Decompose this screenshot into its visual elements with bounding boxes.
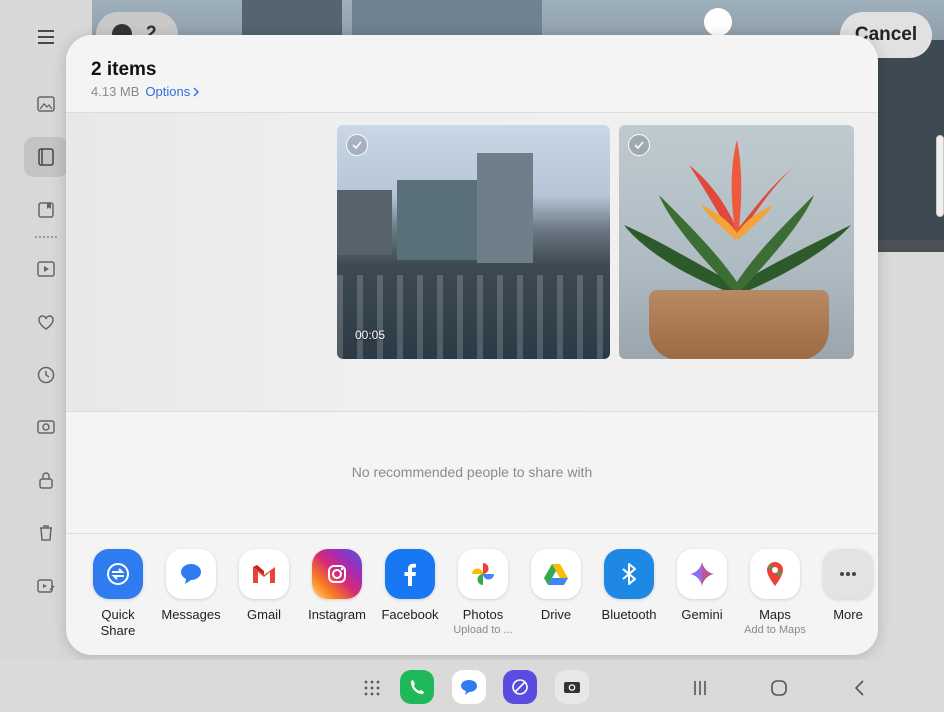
menu-icon[interactable] [34, 25, 58, 49]
app-more[interactable]: More [812, 549, 878, 623]
video-duration: 00:05 [355, 328, 386, 342]
app-photos[interactable]: Photos Upload to ... [447, 549, 519, 637]
app-gmail[interactable]: Gmail [228, 549, 300, 623]
app-sublabel: Add to Maps [744, 624, 806, 636]
plant-pot [649, 290, 829, 359]
app-label: Gemini [681, 607, 723, 622]
share-apps-row: Quick Share Messages Gmail Instagram Fac… [80, 549, 878, 649]
app-drive[interactable]: Drive [520, 549, 592, 623]
app-label: Drive [540, 607, 572, 622]
albums-icon[interactable] [34, 145, 58, 169]
gmail-icon [239, 549, 289, 599]
check-icon [634, 141, 644, 150]
divider [66, 533, 878, 534]
recent-icon[interactable] [34, 363, 58, 387]
options-label: Options [145, 84, 191, 99]
app-label: Quick Share [100, 607, 136, 638]
file-size: 4.13 MB [91, 84, 140, 99]
no-people-message: No recommended people to share with [351, 464, 593, 480]
messages-dock-icon[interactable] [452, 670, 486, 704]
checkbox-video[interactable] [346, 134, 368, 156]
app-messages[interactable]: Messages [155, 549, 227, 623]
plant-thumbnail[interactable] [619, 125, 854, 359]
home-button[interactable] [767, 676, 791, 700]
trash-icon[interactable] [34, 521, 58, 545]
phone-icon[interactable] [400, 670, 434, 704]
app-maps[interactable]: Maps Add to Maps [739, 549, 811, 637]
facebook-icon [385, 549, 435, 599]
checkbox-plant[interactable] [628, 134, 650, 156]
app-label: Messages [161, 607, 221, 622]
screenshots-icon[interactable] [34, 415, 58, 439]
back-button[interactable] [848, 676, 872, 700]
app-label: Maps [759, 607, 791, 622]
app-label: Instagram [308, 607, 366, 622]
sheet-subtitle: 4.13 MB Options [91, 84, 200, 99]
divider [66, 411, 878, 412]
apps-grid-icon[interactable] [360, 676, 384, 700]
app-facebook[interactable]: Facebook [374, 549, 446, 623]
messages-icon [166, 549, 216, 599]
chevron-right-icon [193, 87, 200, 96]
browser-icon[interactable] [503, 670, 537, 704]
sheet-title: 2 items [91, 59, 157, 80]
rail-divider [35, 236, 57, 238]
app-gemini[interactable]: Gemini [666, 549, 738, 623]
app-label: Facebook [381, 607, 439, 622]
app-instagram[interactable]: Instagram [301, 549, 373, 623]
recents-button[interactable] [688, 676, 712, 700]
photos-icon [458, 549, 508, 599]
app-label: Gmail [247, 607, 281, 622]
camera-icon[interactable] [555, 670, 589, 704]
taskbar [0, 660, 944, 712]
instagram-icon [312, 549, 362, 599]
app-label: Bluetooth [601, 607, 657, 622]
share-sheet: 2 items 4.13 MB Options 00:05 No recomme… [66, 35, 878, 655]
stories-icon[interactable] [34, 198, 58, 222]
quick-share-icon [93, 549, 143, 599]
options-link[interactable]: Options [145, 84, 200, 99]
favorites-icon[interactable] [34, 310, 58, 334]
app-label: Photos [462, 607, 504, 622]
bluetooth-icon [604, 549, 654, 599]
app-sublabel: Upload to ... [453, 624, 513, 636]
app-bluetooth[interactable]: Bluetooth [593, 549, 665, 623]
more-icon [823, 549, 873, 599]
app-label: More [833, 607, 863, 622]
edge-panel-handle[interactable] [936, 135, 944, 217]
maps-icon [750, 549, 800, 599]
camera-indicator [704, 8, 732, 36]
pictures-icon[interactable] [34, 92, 58, 116]
gemini-icon [677, 549, 727, 599]
video-thumbnail[interactable]: 00:05 [337, 125, 610, 359]
videos-icon[interactable] [34, 257, 58, 281]
lock-icon[interactable] [34, 468, 58, 492]
preview-area: 00:05 [66, 113, 878, 411]
app-quick-share[interactable]: Quick Share [82, 549, 154, 639]
video-editor-icon[interactable] [34, 574, 58, 598]
check-icon [352, 141, 362, 150]
drive-icon [531, 549, 581, 599]
